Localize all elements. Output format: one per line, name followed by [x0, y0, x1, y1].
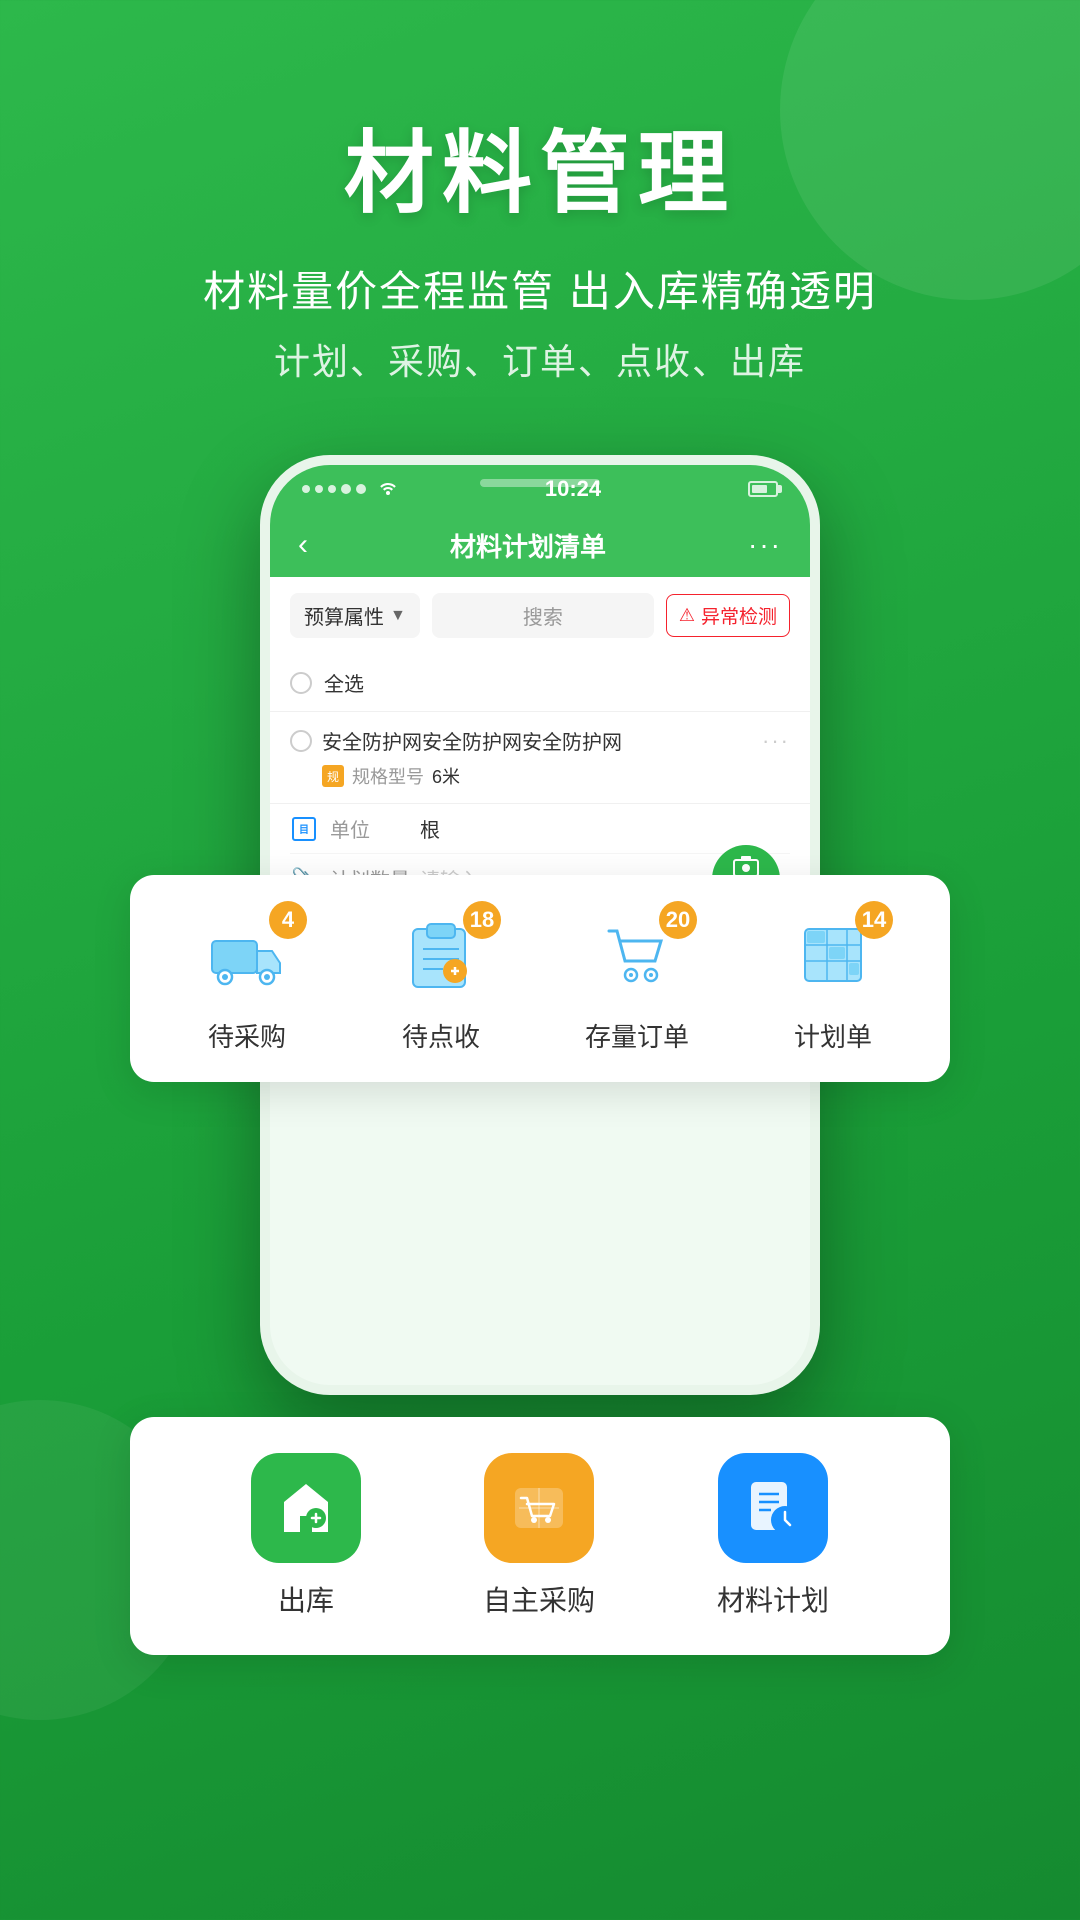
subtitle-line1: 材料量价全程监管 出入库精确透明: [0, 258, 1080, 319]
budget-attribute-dropdown[interactable]: 预算属性 ▼: [290, 593, 420, 638]
select-all-checkbox[interactable]: [290, 672, 312, 694]
unit-label: 单位: [330, 814, 420, 843]
main-title: 材料管理: [0, 100, 1080, 230]
signal-dot-5: [356, 484, 366, 494]
unit-value: 根: [420, 814, 440, 843]
pending-purchase-icon-wrapper: 4: [197, 911, 297, 1001]
unit-icon: 目: [292, 817, 316, 841]
battery-fill: [752, 485, 767, 493]
bottom-action-item-material-plan[interactable]: 材料计划: [717, 1453, 829, 1619]
house-outbound-icon: [272, 1474, 340, 1542]
action-item-stock-order[interactable]: 20 存量订单: [585, 911, 689, 1054]
filter-bar: 预算属性 ▼ 搜索 ⚠ 异常检测: [270, 577, 810, 654]
self-purchase-icon-box: [484, 1453, 594, 1563]
anomaly-detection-button[interactable]: ⚠ 异常检测: [666, 594, 790, 637]
nav-title: 材料计划清单: [450, 527, 606, 564]
header-section: 材料管理 材料量价全程监管 出入库精确透明 计划、采购、订单、点收、出库: [0, 0, 1080, 385]
warning-icon: ⚠: [679, 605, 695, 626]
signal-dot-2: [315, 485, 323, 493]
signal-dot-3: [328, 485, 336, 493]
pending-purchase-label: 待采购: [208, 1017, 286, 1054]
bottom-action-item-self-purchase[interactable]: 自主采购: [483, 1453, 595, 1619]
phone-top-pill: [480, 479, 600, 487]
plan-icon-wrapper: 14: [783, 911, 883, 1001]
self-purchase-label: 自主采购: [483, 1579, 595, 1619]
unit-row: 目 单位 根: [290, 804, 790, 854]
phone-nav-bar: ‹ 材料计划清单 ···: [270, 513, 810, 577]
plan-badge: 14: [855, 901, 893, 939]
list-item-1[interactable]: 安全防护网安全防护网安全防护网 ··· 规 规格型号 6米: [270, 712, 810, 804]
action-item-pending-receive[interactable]: 18 待点收: [391, 911, 491, 1054]
action-item-plan[interactable]: 14 计划单: [783, 911, 883, 1054]
bottom-action-card: 出库 自主采购: [130, 1417, 950, 1655]
item-detail-row-1: 规 规格型号 6米: [290, 763, 790, 789]
pending-receive-icon-wrapper: 18: [391, 911, 491, 1001]
material-plan-icon-box: [718, 1453, 828, 1563]
item-name-1: 安全防护网安全防护网安全防护网: [322, 726, 622, 755]
bottom-action-item-outbound[interactable]: 出库: [251, 1453, 361, 1619]
doc-clock-icon: [739, 1474, 807, 1542]
wifi-icon: [378, 479, 398, 500]
subtitle-line2: 计划、采购、订单、点收、出库: [0, 333, 1080, 385]
outbound-icon-box: [251, 1453, 361, 1563]
dropdown-label: 预算属性: [304, 601, 384, 630]
stock-order-icon-wrapper: 20: [587, 911, 687, 1001]
signal-dot-1: [302, 485, 310, 493]
action-card: 4 待采购 18: [130, 875, 950, 1082]
item-more-icon-1[interactable]: ···: [762, 728, 790, 754]
battery-icon: [748, 481, 778, 497]
action-item-pending-purchase[interactable]: 4 待采购: [197, 911, 297, 1054]
pending-purchase-badge: 4: [269, 901, 307, 939]
search-input[interactable]: 搜索: [432, 593, 654, 638]
material-plan-label: 材料计划: [717, 1579, 829, 1619]
outbound-label: 出库: [278, 1579, 334, 1619]
phone-status-bar: 10:24: [270, 465, 810, 513]
chevron-down-icon: ▼: [390, 607, 406, 625]
stock-order-label: 存量订单: [585, 1017, 689, 1054]
pending-receive-badge: 18: [463, 901, 501, 939]
stock-order-badge: 20: [659, 901, 697, 939]
select-all-label: 全选: [324, 668, 364, 697]
anomaly-label: 异常检测: [701, 602, 777, 629]
phone-mockup-area: 10:24 ‹ 材料计划清单 ··· 预算属性 ▼ 搜索 ⚠ 异常检测: [130, 455, 950, 1755]
cart-box-icon: [505, 1474, 573, 1542]
signal-dots: [302, 484, 366, 494]
detail-icon-1: 规: [322, 765, 344, 787]
pending-receive-label: 待点收: [402, 1017, 480, 1054]
status-battery: [748, 481, 778, 497]
spec-label-1: 规格型号: [352, 763, 424, 789]
unit-icon-box: 目: [290, 815, 318, 843]
nav-more-button[interactable]: ···: [748, 529, 782, 561]
spec-value-1: 6米: [432, 763, 460, 789]
signal-dot-4: [341, 484, 351, 494]
item-checkbox-1[interactable]: [290, 730, 312, 752]
select-all-row[interactable]: 全选: [270, 654, 810, 712]
nav-back-button[interactable]: ‹: [298, 528, 308, 562]
plan-label: 计划单: [794, 1017, 872, 1054]
